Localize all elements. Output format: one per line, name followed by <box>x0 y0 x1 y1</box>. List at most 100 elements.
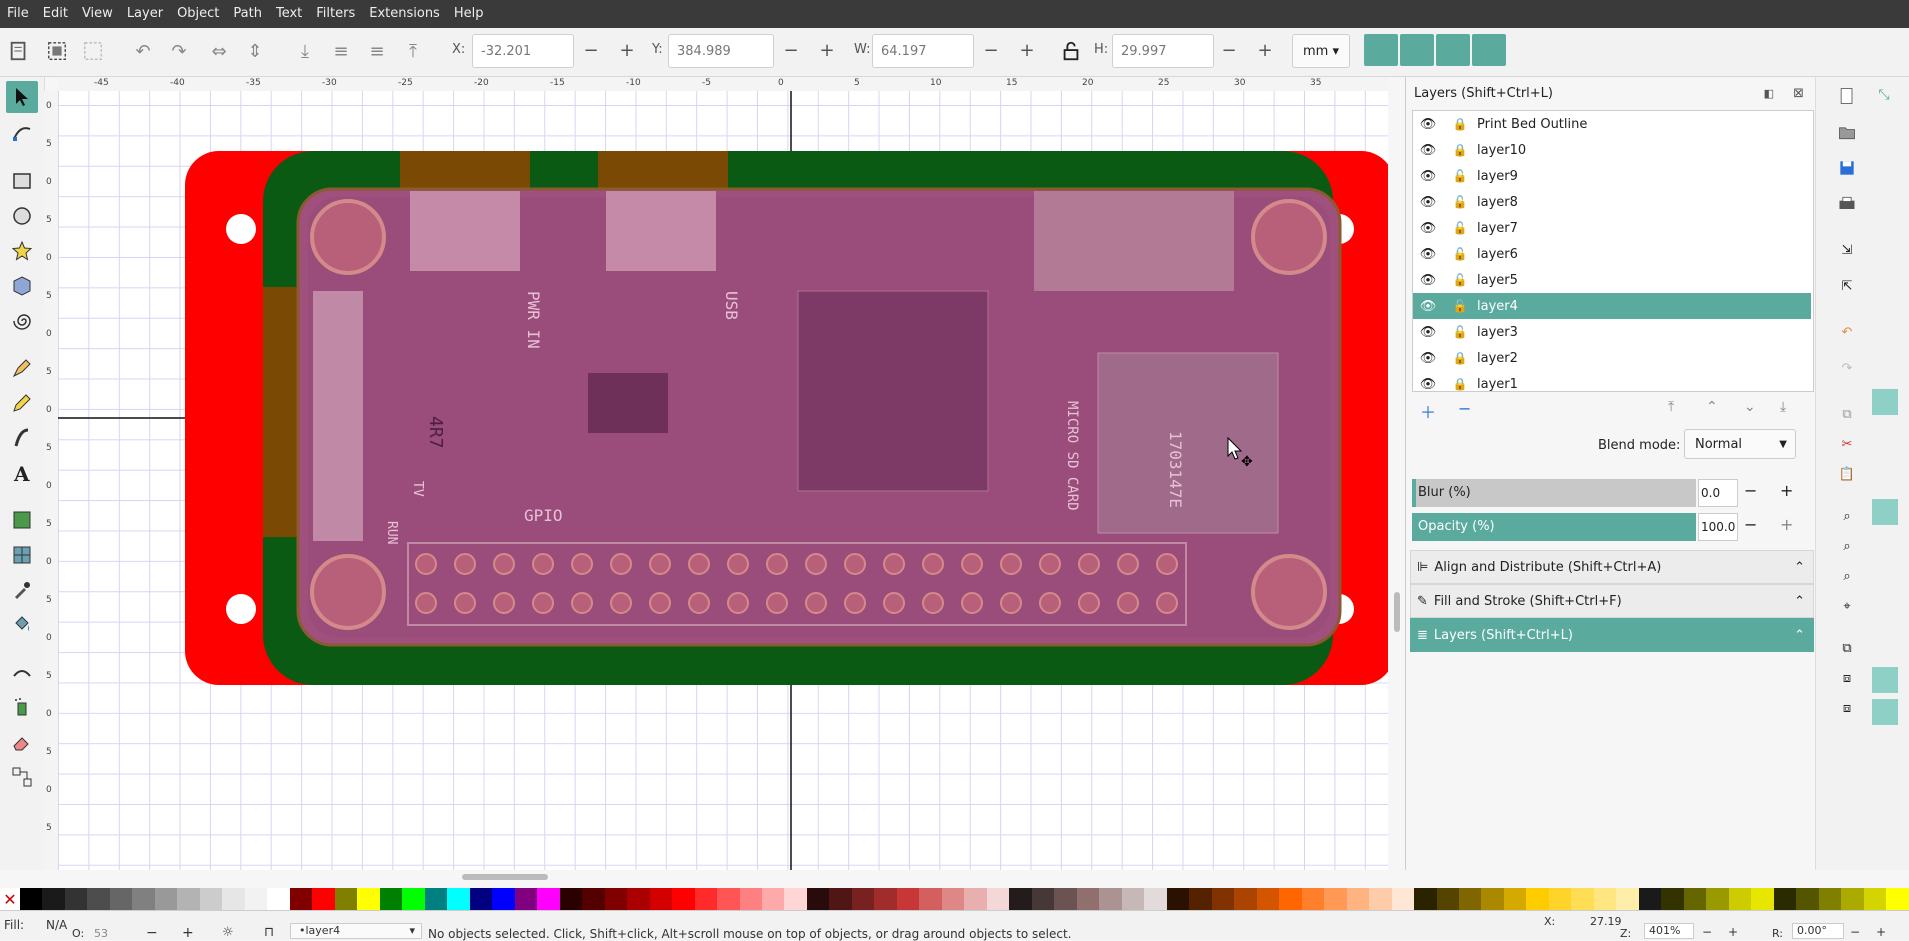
eye-icon[interactable]: 👁 <box>1413 195 1443 210</box>
lock-open-icon[interactable]: 🔓 <box>1443 195 1477 209</box>
color-swatch[interactable] <box>717 888 740 910</box>
menu-file[interactable]: File <box>0 0 36 28</box>
color-swatch[interactable] <box>1661 888 1684 910</box>
opacity-decrement-button[interactable]: − <box>1744 515 1757 534</box>
color-swatch[interactable] <box>874 888 897 910</box>
units-select[interactable]: mm ▾ <box>1292 34 1350 68</box>
color-swatch[interactable] <box>1346 888 1370 910</box>
rectangle-tool-icon[interactable] <box>6 165 38 197</box>
layer-row-layer9[interactable]: 👁 🔓 layer9 <box>1413 163 1811 189</box>
h-input[interactable] <box>1113 42 1213 60</box>
opacity-increment-button[interactable]: + <box>1780 515 1793 534</box>
add-layer-button[interactable]: ＋ <box>1420 399 1436 423</box>
raise-to-top-icon[interactable]: ⤒ <box>398 36 428 66</box>
color-swatch[interactable] <box>1841 888 1864 910</box>
color-swatch[interactable] <box>199 888 223 910</box>
layer-to-bottom-icon[interactable]: ⤓ <box>1780 399 1786 415</box>
no-paint-swatch-icon[interactable]: ✕ <box>0 888 20 910</box>
cut-icon[interactable]: ✂ <box>1832 429 1862 459</box>
horizontal-ruler[interactable]: -45 -40 -35 -30 -25 -20 -15 -10 -5 0 5 10 15 20 25 30 35 <box>58 77 1388 92</box>
color-swatch[interactable] <box>1616 888 1639 910</box>
color-swatch[interactable] <box>1144 888 1167 910</box>
horizontal-scrollbar[interactable] <box>462 874 548 880</box>
flip-horizontal-icon[interactable]: ⇔ <box>204 36 234 66</box>
color-swatch[interactable] <box>132 888 155 910</box>
layers-panel-header[interactable]: ≣ Layers (Shift+Ctrl+L) ⌃ <box>1410 618 1814 652</box>
star-tool-icon[interactable] <box>6 235 38 267</box>
color-swatch[interactable] <box>1301 888 1325 910</box>
ellipse-tool-icon[interactable] <box>6 200 38 232</box>
color-swatch[interactable] <box>267 888 290 910</box>
layer-row-layer8[interactable]: 👁 🔓 layer8 <box>1413 189 1811 215</box>
eye-icon[interactable]: 👁 <box>1413 169 1443 184</box>
color-swatch[interactable] <box>559 888 583 910</box>
color-swatch[interactable] <box>244 888 268 910</box>
color-swatch[interactable] <box>1414 888 1437 910</box>
zoom-increment-button[interactable]: + <box>1728 925 1738 939</box>
lock-open-icon[interactable]: 🔓 <box>1443 247 1477 261</box>
lock-proportions-icon[interactable] <box>1056 36 1086 66</box>
color-swatch[interactable] <box>87 888 110 910</box>
zoom-selection-icon[interactable]: ⌕ <box>1832 501 1862 531</box>
color-swatch[interactable] <box>1256 888 1280 910</box>
color-swatch[interactable] <box>1706 888 1729 910</box>
color-swatch[interactable] <box>379 888 403 910</box>
y-input[interactable] <box>669 42 773 60</box>
rotate-cw-icon[interactable]: ↷ <box>164 36 194 66</box>
color-swatch[interactable] <box>289 888 313 910</box>
open-document-icon[interactable] <box>1832 117 1862 147</box>
y-field[interactable] <box>668 34 774 68</box>
eye-icon[interactable]: 👁 <box>1413 377 1443 392</box>
lock-open-icon[interactable]: 🔓 <box>1443 325 1477 339</box>
color-swatch[interactable] <box>492 888 515 910</box>
color-swatch[interactable] <box>986 888 1010 910</box>
menu-text[interactable]: Text <box>269 0 309 28</box>
node-tool-icon[interactable] <box>6 117 38 149</box>
blend-mode-select[interactable]: Normal ▼ <box>1684 429 1796 459</box>
color-swatch[interactable] <box>469 888 493 910</box>
zoom-field[interactable]: 401% <box>1644 923 1694 939</box>
opacity-short-value[interactable]: 53 <box>94 927 108 940</box>
tweak-tool-icon[interactable] <box>6 656 38 688</box>
opacity-slider[interactable]: Opacity (%) <box>1412 513 1696 541</box>
color-swatch[interactable] <box>1189 888 1212 910</box>
color-swatch[interactable] <box>514 888 538 910</box>
w-input[interactable] <box>873 42 973 60</box>
layer-visibility-icon[interactable]: ☼ <box>222 925 234 940</box>
lower-icon[interactable]: ≡ <box>326 36 356 66</box>
color-swatch[interactable] <box>896 888 920 910</box>
menu-edit[interactable]: Edit <box>36 0 75 28</box>
pen-tool-icon[interactable] <box>6 352 38 384</box>
paint-bucket-tool-icon[interactable] <box>6 609 38 641</box>
blur-slider[interactable]: Blur (%) <box>1412 479 1696 507</box>
color-swatch[interactable] <box>806 888 830 910</box>
w-field[interactable] <box>872 34 974 68</box>
layer-raise-icon[interactable]: ⌃ <box>1706 399 1718 415</box>
color-swatch[interactable] <box>784 888 807 910</box>
current-layer-select[interactable]: •layer4 ▾ <box>290 923 422 939</box>
color-swatch[interactable] <box>761 888 785 910</box>
color-swatch[interactable] <box>154 888 178 910</box>
x-decrement-button[interactable]: − <box>574 34 608 66</box>
blur-increment-button[interactable]: + <box>1780 481 1793 500</box>
redo-icon[interactable]: ↷ <box>1832 353 1862 383</box>
layer-row-layer6[interactable]: 👁 🔓 layer6 <box>1413 241 1811 267</box>
eye-icon[interactable]: 👁 <box>1413 117 1443 132</box>
dropper-tool-icon[interactable] <box>6 574 38 606</box>
menu-filters[interactable]: Filters <box>309 0 362 28</box>
eye-icon[interactable]: 👁 <box>1413 221 1443 236</box>
menu-object[interactable]: Object <box>170 0 226 28</box>
snap-nodes-icon[interactable] <box>1872 389 1898 415</box>
color-swatch[interactable] <box>1234 888 1257 910</box>
color-swatch[interactable] <box>1863 888 1887 910</box>
snap-midpoints-icon[interactable] <box>1872 499 1898 525</box>
color-swatch[interactable] <box>1099 888 1122 910</box>
layer-lock-icon[interactable]: ⊓ <box>264 925 274 940</box>
paste-icon[interactable]: 📋 <box>1832 459 1862 489</box>
color-swatch[interactable] <box>1211 888 1235 910</box>
color-swatch[interactable] <box>1324 888 1347 910</box>
color-swatch[interactable] <box>357 888 380 910</box>
clone-icon[interactable]: ⧈ <box>1832 663 1862 693</box>
select-all-layers-icon[interactable] <box>42 36 72 66</box>
color-swatch[interactable] <box>1818 888 1842 910</box>
